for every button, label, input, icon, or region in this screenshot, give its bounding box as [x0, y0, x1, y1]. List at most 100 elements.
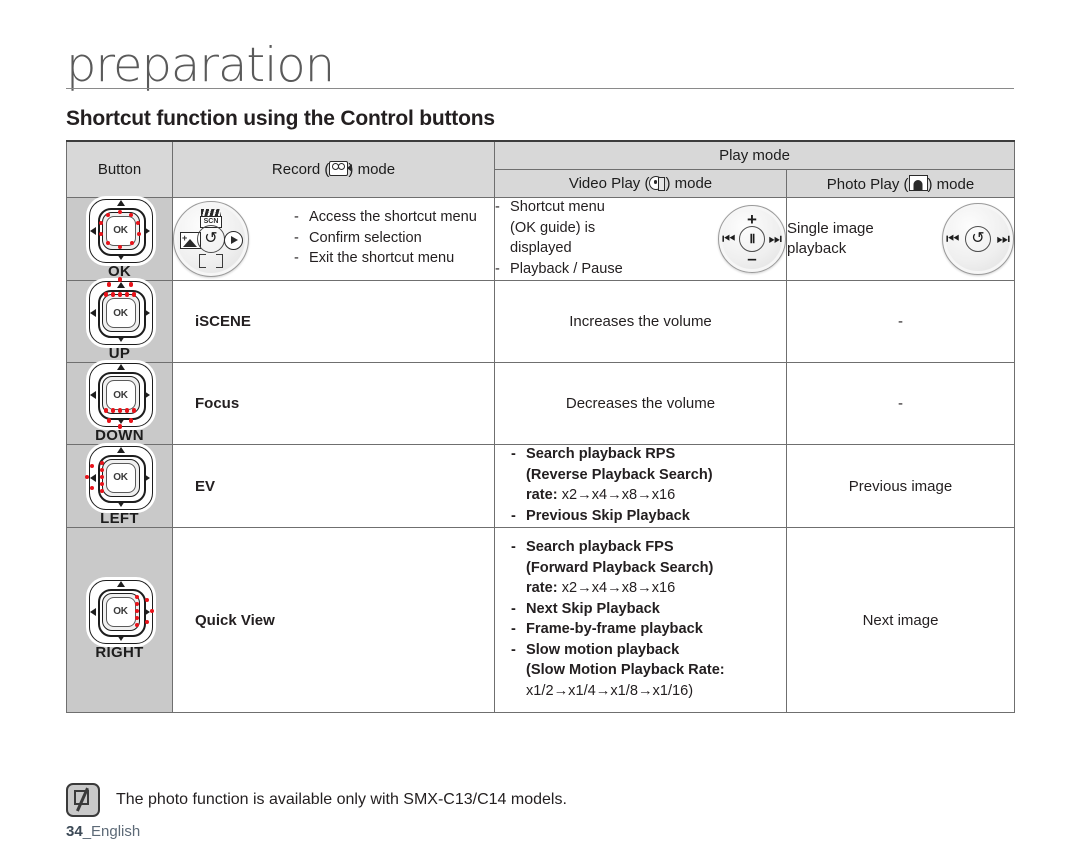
record-cell-right: Quick View — [172, 527, 495, 713]
footer-note: The photo function is available only wit… — [66, 783, 567, 817]
header-photo-prefix: Photo Play ( — [826, 175, 909, 193]
page-number: 34_English — [66, 823, 140, 840]
record-ok-list: Access the shortcut menu Confirm selecti… — [294, 208, 494, 270]
control-pad-down-icon: OK — [88, 363, 153, 429]
list-item: Previous Skip Playback — [511, 507, 786, 527]
photo-left-text: Previous image — [848, 477, 953, 495]
film-reel-icon — [649, 176, 666, 191]
record-right-text: Quick View — [195, 611, 275, 629]
table-row: OK UP iSCENE Increases the volume - — [66, 277, 1015, 363]
video-cell-ok: Shortcut menu (OK guide) is displayed Pl… — [494, 197, 787, 281]
record-dial-icon: SCN + ↺ — [173, 201, 249, 277]
volume-down-glyph: – — [747, 249, 757, 268]
rate-value: x2→x4→x8→x16 — [557, 580, 676, 596]
video-ok-list: Shortcut menu (OK guide) is displayed Pl… — [495, 198, 645, 280]
button-cell-ok: OK OK — [66, 197, 173, 281]
photo-play-dial-icon: ⏮ ⏭ ↺ — [942, 203, 1014, 275]
photo-up-text: - — [898, 313, 903, 330]
list-item: displayed — [510, 240, 572, 256]
list-item: Exit the shortcut menu — [294, 249, 494, 269]
table-header-row-1: Button Record () mode Play mode — [66, 140, 1015, 198]
back-arrow-glyph: ↺ — [971, 230, 985, 247]
list-item: (Slow Motion Playback Rate: — [526, 662, 725, 678]
previous-image-glyph: ⏮ — [946, 230, 960, 248]
note-text: The photo function is available only wit… — [116, 791, 567, 808]
header-photo-suffix: ) mode — [927, 175, 975, 193]
video-cell-left: Search playback RPS (Reverse Playback Se… — [494, 444, 787, 528]
photo-down-text: - — [898, 395, 903, 412]
list-item: Next Skip Playback — [511, 600, 786, 620]
pause-glyph: Ⅱ — [749, 232, 756, 246]
rate-label: rate: — [526, 487, 558, 503]
ok-pad-label: OK — [105, 380, 136, 410]
video-down-text: Decreases the volume — [565, 395, 716, 412]
video-up-text: Increases the volume — [569, 313, 712, 330]
button-label-down: DOWN — [95, 427, 144, 444]
back-button-icon: ↺ — [197, 225, 225, 253]
photo-cell-right: Next image — [786, 527, 1015, 713]
video-cell-up: Increases the volume — [494, 280, 787, 363]
ok-pad-label: OK — [105, 462, 136, 493]
manual-page: preparation Shortcut function using the … — [0, 0, 1080, 868]
list-item: Search playback RPS — [511, 445, 786, 465]
header-record-prefix: Record ( — [271, 161, 330, 178]
next-track-glyph: ⏭ — [768, 230, 782, 248]
header-play-mode: Play mode — [494, 140, 1015, 170]
list-item: (Forward Playback Search) — [526, 559, 714, 576]
control-pad-left-icon: OK — [84, 445, 153, 510]
video-cell-right: Search playback FPS (Forward Playback Se… — [494, 527, 787, 713]
button-cell-up: OK UP — [66, 277, 173, 363]
button-label-left: LEFT — [100, 509, 139, 527]
photo-cell-down: - — [786, 362, 1015, 445]
button-cell-left: OK LEFT — [66, 444, 173, 528]
button-cell-right: OK RIGHT — [66, 527, 173, 713]
photo-icon — [908, 174, 928, 191]
list-item: Shortcut menu — [495, 198, 645, 218]
list-item: Search playback FPS — [511, 538, 786, 558]
rate-value: x2→x4→x8→x16 — [557, 487, 676, 503]
button-label-right: RIGHT — [95, 643, 144, 661]
list-item: rate: x2→x4→x8→x16 — [511, 486, 786, 506]
pause-button-icon: Ⅱ — [739, 226, 765, 252]
control-pad-up-icon: OK — [88, 277, 153, 345]
play-button-icon — [224, 231, 243, 250]
back-arrow-glyph: ↺ — [204, 230, 218, 247]
header-video-play-mode: Video Play () mode — [494, 169, 787, 198]
header-record-mode: Record ( ) mode — [172, 140, 495, 198]
table-row: OK OK SCN + ↺ - Access the shortcut menu… — [66, 197, 1015, 281]
next-image-glyph: ⏭ — [996, 230, 1010, 248]
header-video-prefix: Video Play ( — [568, 175, 650, 192]
photo-ok-line2: playback — [787, 240, 847, 257]
page-number-value: 34 — [66, 823, 83, 840]
photo-ok-text: Single image playback — [787, 219, 874, 259]
list-item: Access the shortcut menu — [294, 208, 494, 228]
button-label-up: UP — [108, 345, 131, 362]
table-row: OK DOWN Focus Decreases the volume - — [66, 362, 1015, 445]
shortcut-function-table: Button Record () mode Play mode Video Pl… — [66, 140, 1015, 713]
table-row: OK RIGHT Quick View - Search playback FP… — [66, 527, 1015, 713]
page-title: preparation — [66, 38, 335, 93]
title-divider — [66, 88, 1014, 89]
video-left-list: Search playback RPS (Reverse Playback Se… — [511, 445, 786, 526]
header-record-suffix: ) mode — [348, 161, 396, 178]
list-item: rate: x2→x4→x8→x16 — [511, 579, 786, 599]
page-language: _English — [82, 823, 141, 840]
list-item: Slow motion playback — [511, 641, 786, 661]
record-cell-left: EV — [172, 444, 495, 528]
record-up-text: iSCENE — [195, 313, 251, 330]
record-left-text: EV — [195, 477, 216, 495]
control-pad-ok-icon: OK — [88, 198, 153, 263]
section-heading: Shortcut function using the Control butt… — [66, 107, 495, 130]
rate-label: rate: — [526, 580, 558, 596]
list-item: Frame-by-frame playback — [511, 620, 786, 640]
note-pencil-icon — [66, 783, 100, 817]
ok-pad-label: OK — [105, 298, 136, 328]
video-cell-down: Decreases the volume — [494, 362, 787, 445]
photo-back-button-icon: ↺ — [965, 226, 991, 252]
photo-cell-left: Previous image — [786, 444, 1015, 528]
list-item: Playback / Pause — [495, 260, 645, 280]
control-pad-right-icon: OK — [88, 579, 155, 644]
list-item: x1/2→x1/4→x1/8→x1/16) — [526, 682, 694, 699]
photo-right-text: Next image — [862, 611, 939, 629]
ok-pad-label: OK — [105, 596, 136, 627]
